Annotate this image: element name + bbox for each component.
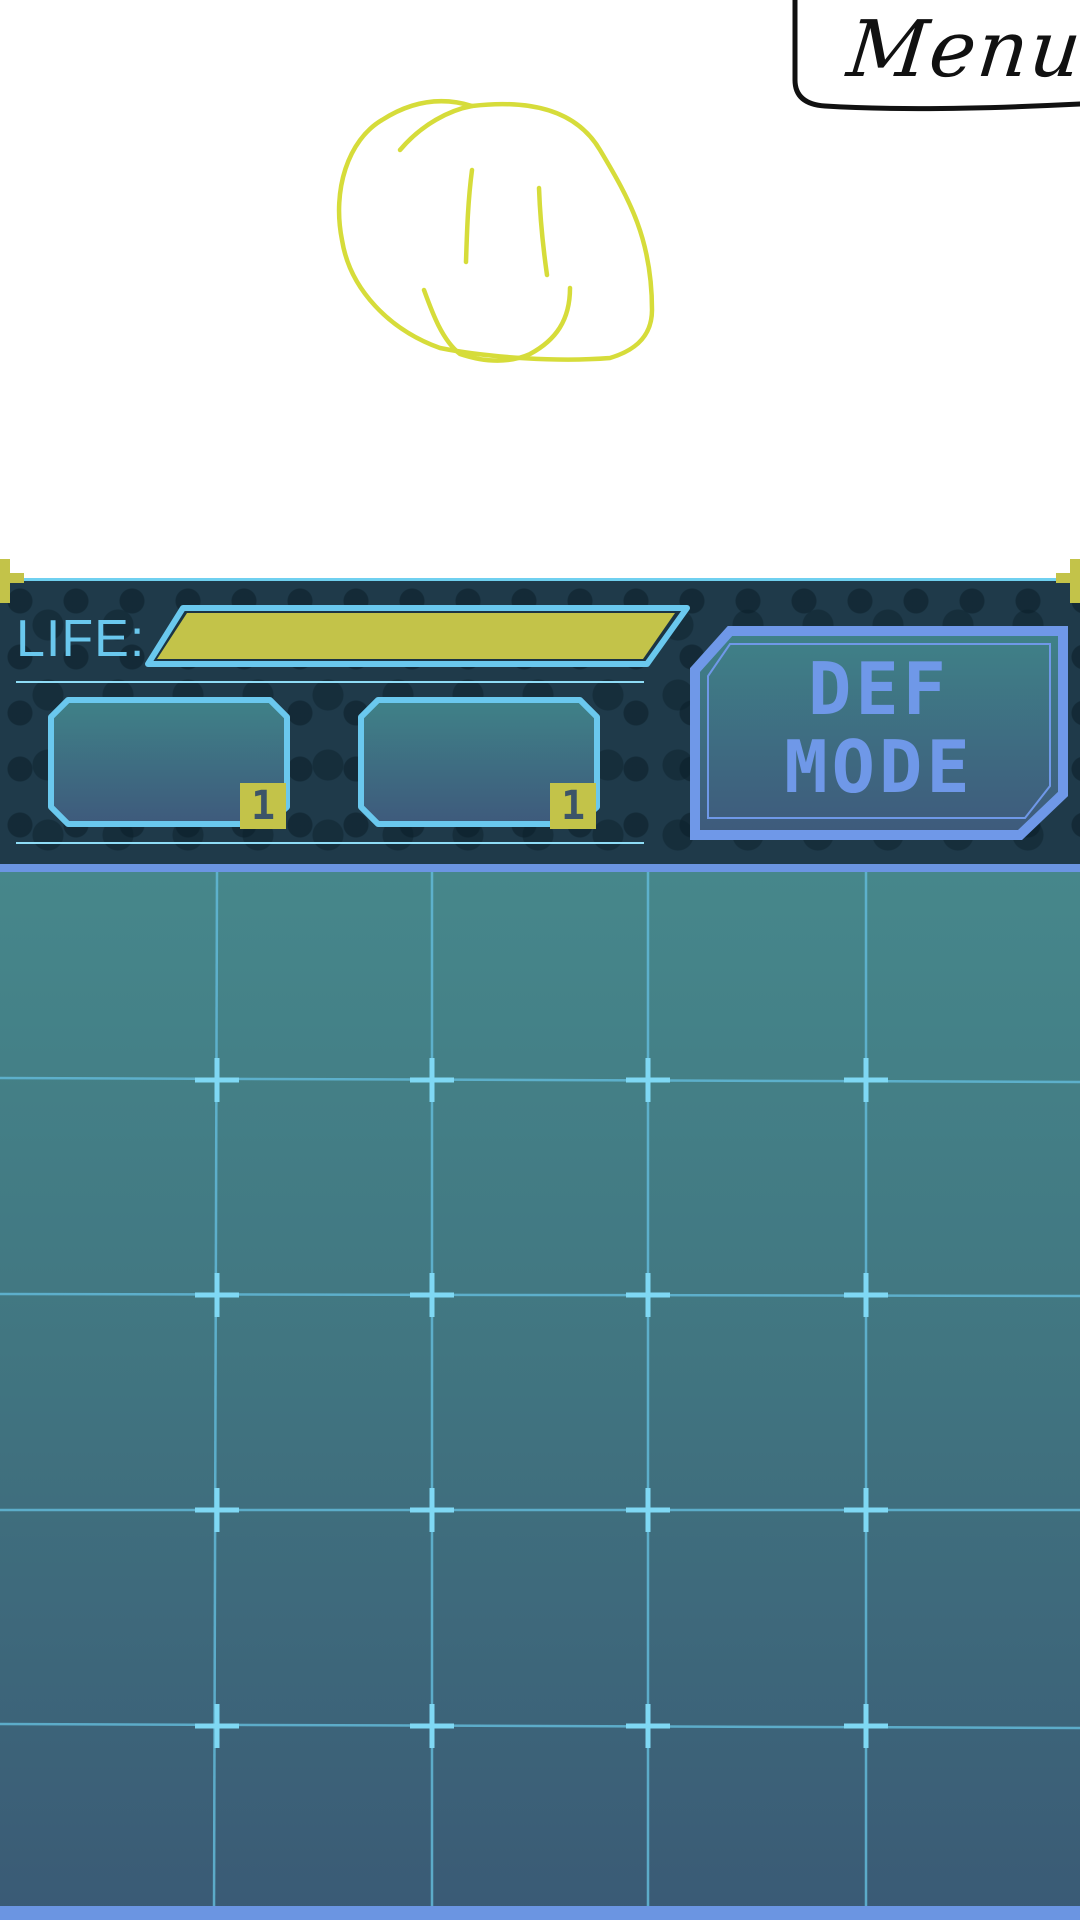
grid-cross-marks	[195, 1058, 888, 1748]
slot-count-badge: 1	[240, 783, 286, 829]
def-mode-label: DEF MODE	[690, 650, 1068, 806]
item-slot[interactable]: 1	[48, 697, 290, 829]
divider-line	[16, 842, 644, 844]
slot-count-badge: 1	[550, 783, 596, 829]
smiley-face-icon	[336, 98, 655, 363]
hud-panel: LIFE: 1 1 DEF MODE	[0, 559, 1080, 864]
game-board-grid[interactable]	[0, 864, 1080, 1920]
def-mode-label-line1: DEF	[807, 647, 951, 731]
corner-bracket-icon	[1056, 559, 1080, 603]
corner-bracket-icon	[0, 559, 24, 603]
divider-line	[16, 681, 644, 683]
board-bottom-bar	[0, 1906, 1080, 1920]
def-mode-label-line2: MODE	[784, 725, 974, 809]
life-bar	[145, 605, 690, 667]
menu-label[interactable]: Menu	[843, 0, 1080, 100]
def-mode-button[interactable]: DEF MODE	[690, 626, 1068, 840]
game-screen: Menu LIFE: 1 1 DEF MODE	[0, 0, 1080, 1920]
sketch-area: Menu	[0, 0, 1080, 578]
board-grid-lines	[0, 872, 1080, 1914]
life-bar-fill	[157, 613, 675, 659]
item-slot[interactable]: 1	[358, 697, 600, 829]
life-label: LIFE:	[16, 610, 146, 668]
